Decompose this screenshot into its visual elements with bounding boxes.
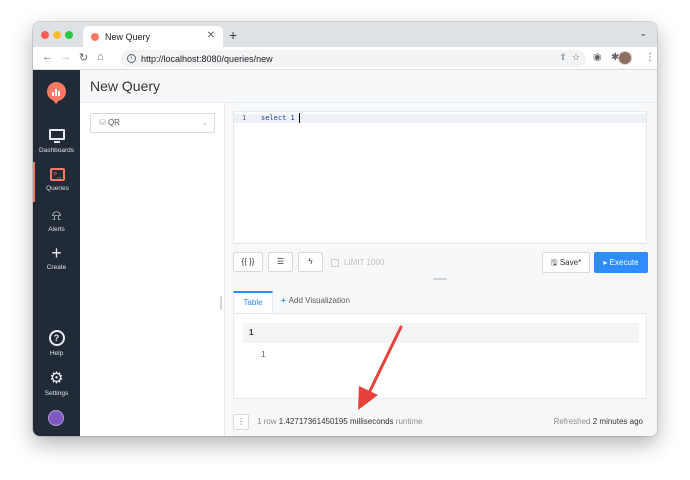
more-options-button[interactable]: ⋮	[233, 414, 249, 430]
browser-tabstrip: New Query ✕ + ⌄	[33, 22, 657, 47]
panel-resize-handle[interactable]	[220, 296, 222, 310]
app-sidebar: Dashboards >_ Queries ⍾ Alerts + Create …	[33, 70, 80, 436]
profile-avatar[interactable]	[618, 51, 632, 65]
site-info-icon[interactable]: i	[127, 54, 136, 63]
redash-favicon-icon	[91, 32, 99, 41]
lightning-icon: ϟ	[308, 257, 313, 266]
help-icon: ?	[48, 330, 65, 346]
user-avatar[interactable]	[48, 410, 64, 426]
sidebar-item-label: Settings	[44, 390, 69, 397]
browser-tab-title: New Query	[105, 31, 151, 42]
plus-icon: +	[281, 296, 286, 305]
sidebar-item-create[interactable]: + Create	[33, 240, 80, 280]
home-icon[interactable]: ⌂	[97, 51, 104, 63]
sidebar-item-queries[interactable]: >_ Queries	[33, 162, 80, 202]
schema-panel: ⛁ QR ⌄	[80, 103, 225, 436]
browser-toolbar: ← → ↻ ⌂ i http://localhost:8080/queries/…	[33, 47, 657, 70]
sidebar-item-label: Alerts	[48, 226, 65, 233]
limit-label: LIMIT 1000	[344, 258, 385, 267]
redash-app: Dashboards >_ Queries ⍾ Alerts + Create …	[33, 70, 657, 436]
save-button[interactable]: 🖫 Save*	[542, 252, 590, 273]
database-icon: ⛁	[99, 118, 106, 127]
editor-resize-handle[interactable]	[433, 278, 447, 280]
page-title: New Query	[90, 78, 161, 94]
browser-tab[interactable]: New Query ✕	[83, 26, 223, 47]
execute-label: Execute	[609, 258, 639, 267]
extension-icon[interactable]: ◉	[593, 52, 602, 63]
results-table: 1 1	[233, 313, 647, 399]
share-star-icons[interactable]: ⇪ ☆	[559, 52, 580, 63]
page-header: New Query	[80, 70, 657, 103]
sidebar-item-label: Queries	[46, 185, 69, 192]
refreshed-time: 2 minutes ago	[592, 417, 643, 426]
format-query-button[interactable]: ☰	[268, 252, 293, 272]
sidebar-item-settings[interactable]: ⚙ Settings	[33, 366, 80, 406]
runtime-value: 1.42717361450195 milliseconds	[278, 417, 394, 426]
back-arrow-icon[interactable]: ←	[42, 51, 53, 63]
alarm-icon: ⍾	[51, 207, 62, 223]
address-url: http://localhost:8080/queries/new	[141, 53, 273, 64]
reload-icon[interactable]: ↻	[79, 51, 88, 64]
runtime-label: runtime	[395, 417, 423, 426]
query-editor[interactable]: 1 select 1	[233, 111, 647, 244]
forward-arrow-icon[interactable]: →	[60, 51, 71, 63]
window-minimize-button[interactable]	[53, 31, 61, 39]
tab-table[interactable]: Table	[233, 291, 273, 314]
table-column-header[interactable]: 1	[243, 323, 639, 343]
sidebar-item-label: Dashboards	[38, 147, 75, 154]
table-cell: 1	[261, 350, 266, 359]
result-tabs: Table + Add Visualization	[233, 291, 647, 314]
execute-button[interactable]: ▸ Execute	[594, 252, 648, 273]
autocomplete-button[interactable]: ϟ	[298, 252, 323, 272]
gear-icon: ⚙	[49, 370, 64, 387]
main-content: New Query ⛁ QR ⌄ 1 select 1 {{ }} ☰ ϟ LI…	[80, 70, 657, 436]
plus-icon: +	[51, 243, 62, 263]
tab-search-chevron-icon[interactable]: ⌄	[639, 28, 647, 39]
runtime-info: 1 row 1.42717361450195 milliseconds runt…	[257, 417, 422, 426]
sidebar-item-alerts[interactable]: ⍾ Alerts	[33, 202, 80, 242]
add-visualization-button[interactable]: + Add Visualization	[281, 296, 350, 305]
refreshed-info: Refreshed 2 minutes ago	[554, 417, 643, 426]
window-close-button[interactable]	[41, 31, 49, 39]
play-icon: ▸	[603, 258, 608, 267]
datasource-selected: QR	[107, 118, 120, 127]
active-line	[234, 114, 646, 123]
row-count: 1 row	[257, 417, 277, 426]
browser-window: New Query ✕ + ⌄ ← → ↻ ⌂ i http://localho…	[33, 22, 657, 436]
sidebar-item-label: Help	[49, 350, 64, 357]
add-parameter-button[interactable]: {{ }}	[233, 252, 263, 272]
sidebar-item-label: Create	[46, 264, 67, 271]
terminal-icon: >_	[50, 168, 65, 181]
monitor-icon	[48, 129, 65, 143]
add-visualization-label: Add Visualization	[288, 296, 350, 305]
refreshed-prefix: Refreshed	[553, 417, 591, 426]
chevron-down-icon: ⌄	[201, 118, 208, 127]
address-bar[interactable]: i http://localhost:8080/queries/new ⇪ ☆	[121, 50, 586, 67]
query-area: 1 select 1 {{ }} ☰ ϟ LIMIT 1000 🖫 Save* …	[225, 103, 657, 436]
limit-checkbox[interactable]	[331, 259, 339, 267]
line-number: 1	[242, 114, 247, 122]
redash-logo-icon[interactable]	[47, 82, 66, 104]
browser-menu-icon[interactable]: ⋮	[645, 52, 655, 63]
datasource-select[interactable]: ⛁ QR ⌄	[90, 113, 215, 133]
new-tab-icon[interactable]: +	[229, 27, 237, 43]
sidebar-item-dashboards[interactable]: Dashboards	[33, 122, 80, 162]
query-code[interactable]: select 1	[261, 114, 295, 122]
sidebar-item-help[interactable]: ? Help	[33, 326, 80, 366]
tab-close-icon[interactable]: ✕	[207, 30, 215, 41]
query-footer: ⋮ 1 row 1.42717361450195 milliseconds ru…	[225, 406, 657, 436]
text-cursor	[299, 113, 300, 123]
window-zoom-button[interactable]	[65, 31, 73, 39]
align-left-icon: ☰	[276, 257, 285, 266]
save-label: Save*	[559, 258, 582, 267]
floppy-icon: 🖫	[550, 258, 558, 267]
vertical-dots-icon: ⋮	[237, 417, 245, 426]
